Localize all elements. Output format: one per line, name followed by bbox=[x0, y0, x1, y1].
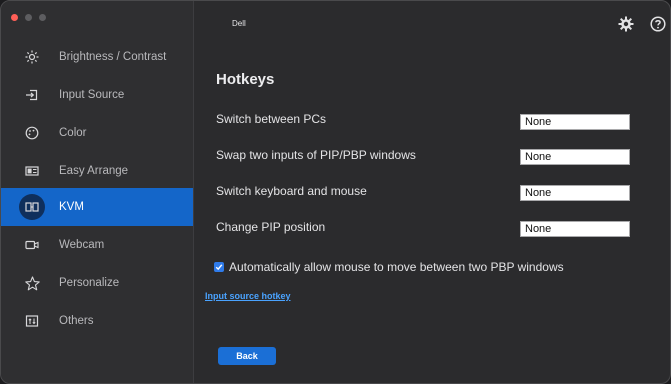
page-title: Hotkeys bbox=[216, 71, 275, 88]
auto-mouse-checkbox[interactable] bbox=[214, 262, 224, 272]
palette-icon bbox=[23, 124, 41, 142]
hotkey-field-swap-inputs[interactable]: None bbox=[520, 149, 630, 165]
auto-mouse-option[interactable]: Automatically allow mouse to move betwee… bbox=[214, 260, 564, 274]
auto-mouse-label: Automatically allow mouse to move betwee… bbox=[229, 260, 564, 274]
back-button[interactable]: Back bbox=[218, 347, 276, 365]
zoom-window-button[interactable] bbox=[39, 14, 46, 21]
sidebar-item-webcam[interactable]: Webcam bbox=[1, 226, 193, 264]
sidebar-item-label: Webcam bbox=[59, 239, 105, 251]
sidebar-item-color[interactable]: Color bbox=[1, 114, 193, 152]
sidebar-item-label: Others bbox=[59, 315, 94, 327]
hotkey-label-switch-keyboard-mouse: Switch keyboard and mouse bbox=[216, 184, 367, 198]
sidebar-item-label: Personalize bbox=[59, 277, 120, 289]
star-icon bbox=[23, 274, 41, 292]
hotkey-field-change-pip-position[interactable]: None bbox=[520, 221, 630, 237]
app-title: Dell bbox=[232, 19, 246, 28]
sidebar-item-input-source[interactable]: Input Source bbox=[1, 76, 193, 114]
hotkey-label-switch-pcs: Switch between PCs bbox=[216, 112, 327, 126]
sidebar-item-others[interactable]: Others bbox=[1, 302, 193, 340]
layout-icon bbox=[23, 162, 41, 180]
sidebar-item-label: Brightness / Contrast bbox=[59, 51, 167, 63]
hotkey-field-switch-keyboard-mouse[interactable]: None bbox=[520, 185, 630, 201]
minimize-window-button[interactable] bbox=[25, 14, 32, 21]
sidebar-item-label: Input Source bbox=[59, 89, 125, 101]
sidebar-item-easy-arrange[interactable]: Easy Arrange bbox=[1, 152, 193, 190]
others-icon bbox=[23, 312, 41, 330]
app-window: Brightness / Contrast Input Source Color… bbox=[0, 0, 671, 384]
window-controls bbox=[11, 14, 46, 21]
help-icon[interactable] bbox=[650, 16, 666, 32]
sidebar-item-label: Color bbox=[59, 127, 87, 139]
kvm-icon bbox=[19, 194, 45, 220]
sun-icon bbox=[23, 48, 41, 66]
input-source-icon bbox=[23, 86, 41, 104]
input-source-hotkey-link[interactable]: Input source hotkey bbox=[205, 291, 291, 301]
sidebar-item-brightness-contrast[interactable]: Brightness / Contrast bbox=[1, 38, 193, 76]
sidebar-item-label: KVM bbox=[59, 201, 84, 213]
webcam-icon bbox=[23, 236, 41, 254]
sidebar-item-label: Easy Arrange bbox=[59, 165, 129, 177]
sidebar: Brightness / Contrast Input Source Color… bbox=[1, 1, 194, 383]
sidebar-item-personalize[interactable]: Personalize bbox=[1, 264, 193, 302]
hotkey-label-swap-inputs: Swap two inputs of PIP/PBP windows bbox=[216, 148, 416, 162]
gear-icon[interactable] bbox=[618, 16, 634, 32]
sidebar-item-kvm[interactable]: KVM bbox=[1, 188, 193, 226]
main-panel: Dell Hotkeys Switch between PCs None Swa… bbox=[194, 1, 670, 383]
hotkey-label-change-pip-position: Change PIP position bbox=[216, 220, 326, 234]
hotkey-field-switch-pcs[interactable]: None bbox=[520, 114, 630, 130]
close-window-button[interactable] bbox=[11, 14, 18, 21]
